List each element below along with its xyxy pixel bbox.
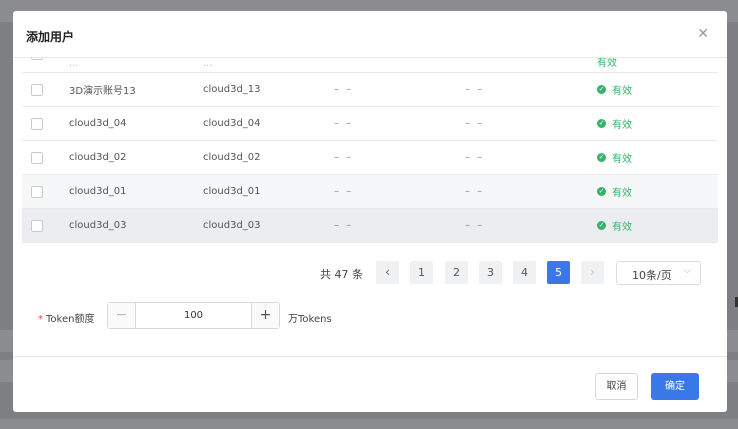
- check-circle-icon: ✓: [597, 187, 606, 196]
- row-checkbox[interactable]: [31, 83, 43, 96]
- row-checkbox[interactable]: [31, 151, 43, 164]
- empty-cell: – –: [465, 118, 485, 129]
- page-1-button[interactable]: 1: [410, 261, 433, 284]
- token-quota-stepper: − 100 +: [107, 302, 280, 329]
- check-circle-icon: ✓: [597, 153, 606, 162]
- check-circle-icon: ✓: [597, 119, 606, 128]
- status-cell: 有效: [597, 58, 617, 69]
- page-3-button[interactable]: 3: [479, 261, 502, 284]
- status-badge: ✓ 有效: [597, 119, 632, 131]
- close-icon[interactable]: ✕: [697, 27, 709, 41]
- account-cell: cloud3d_03: [203, 220, 261, 231]
- user-table: ... ... 有效 3D演示账号13 cloud3d_13 – – – – ✓…: [22, 58, 718, 256]
- empty-cell: – –: [334, 118, 354, 129]
- token-quota-field: * Token额度 − 100 + 万Tokens: [13, 302, 727, 330]
- dialog-footer: 取消 确定: [13, 356, 727, 412]
- chevron-down-icon: ⌵: [684, 266, 691, 276]
- user-name-cell: cloud3d_04: [69, 118, 127, 129]
- pagination: 共 47 条 ‹ 1 2 3 4 5 › 10条/页 ⌵: [13, 261, 727, 285]
- confirm-button[interactable]: 确定: [651, 373, 699, 400]
- table-row[interactable]: cloud3d_04 cloud3d_04 – – – – ✓ 有效: [22, 107, 718, 141]
- token-unit: 万Tokens: [288, 314, 332, 325]
- page-5-button[interactable]: 5: [547, 261, 570, 284]
- page-2-button[interactable]: 2: [445, 261, 468, 284]
- prev-page-button[interactable]: ‹: [376, 261, 399, 284]
- table-row[interactable]: cloud3d_03 cloud3d_03 – – – – ✓ 有效: [22, 209, 718, 243]
- page-size-value: 10条/页: [632, 269, 672, 282]
- status-badge: ✓ 有效: [597, 85, 632, 97]
- user-name-cell: ...: [69, 58, 79, 69]
- empty-cell: – –: [334, 84, 354, 95]
- decrement-button[interactable]: −: [108, 303, 136, 328]
- add-user-dialog: 添加用户 ✕ ... ... 有效 3D演示账号13 cloud3d_13 – …: [13, 11, 727, 412]
- page-4-button[interactable]: 4: [513, 261, 536, 284]
- status-badge: ✓ 有效: [597, 153, 632, 165]
- total-count: 共 47 条: [320, 268, 363, 281]
- status-badge: ✓ 有效: [597, 187, 632, 199]
- account-cell: cloud3d_01: [203, 186, 261, 197]
- check-circle-icon: ✓: [597, 221, 606, 230]
- row-checkbox[interactable]: [31, 219, 43, 232]
- row-checkbox[interactable]: [31, 185, 43, 198]
- table-row[interactable]: cloud3d_02 cloud3d_02 – – – – ✓ 有效: [22, 141, 718, 175]
- increment-button[interactable]: +: [251, 303, 279, 328]
- check-circle-icon: ✓: [597, 85, 606, 94]
- account-cell: cloud3d_04: [203, 118, 261, 129]
- cancel-button[interactable]: 取消: [595, 373, 638, 400]
- empty-cell: – –: [334, 186, 354, 197]
- dialog-title: 添加用户: [26, 30, 75, 44]
- account-cell: ...: [203, 58, 213, 69]
- empty-cell: – –: [465, 220, 485, 231]
- dialog-header: 添加用户 ✕: [13, 11, 727, 58]
- account-cell: cloud3d_02: [203, 152, 261, 163]
- table-row[interactable]: 3D演示账号13 cloud3d_13 – – – – ✓ 有效: [22, 73, 718, 107]
- row-checkbox[interactable]: [31, 58, 43, 60]
- row-checkbox[interactable]: [31, 117, 43, 130]
- empty-cell: – –: [334, 220, 354, 231]
- page-size-select[interactable]: 10条/页 ⌵: [616, 261, 701, 285]
- token-quota-label: * Token额度: [38, 314, 95, 325]
- empty-cell: – –: [465, 186, 485, 197]
- status-badge: ✓ 有效: [597, 221, 632, 233]
- user-name-cell: 3D演示账号13: [69, 86, 136, 97]
- next-page-button[interactable]: ›: [581, 261, 604, 284]
- account-cell: cloud3d_13: [203, 84, 261, 95]
- table-row: ... ... 有效: [22, 58, 718, 73]
- user-name-cell: cloud3d_02: [69, 152, 127, 163]
- required-mark: *: [38, 314, 43, 325]
- empty-cell: – –: [465, 84, 485, 95]
- backdrop-strip: [0, 419, 738, 429]
- empty-cell: – –: [334, 152, 354, 163]
- table-row[interactable]: cloud3d_01 cloud3d_01 – – – – ✓ 有效: [22, 175, 718, 209]
- token-quota-input[interactable]: 100: [136, 310, 251, 321]
- empty-cell: – –: [465, 152, 485, 163]
- user-name-cell: cloud3d_03: [69, 220, 127, 231]
- user-name-cell: cloud3d_01: [69, 186, 127, 197]
